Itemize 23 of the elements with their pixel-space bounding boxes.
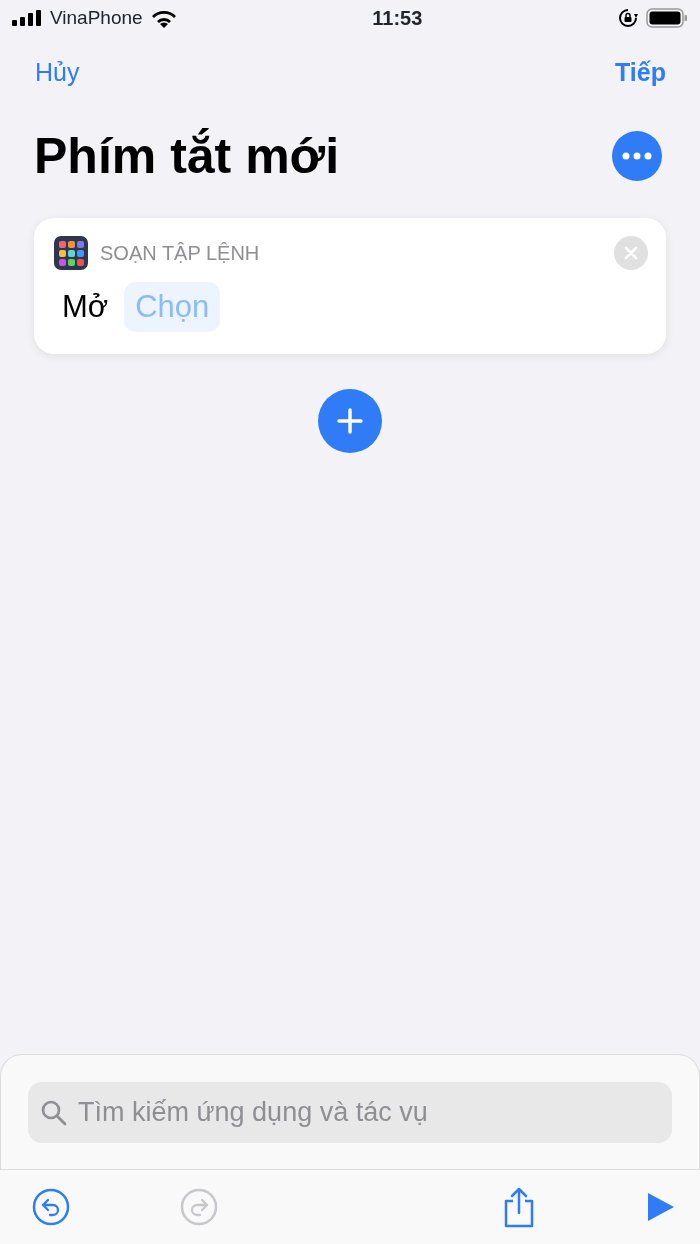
plus-icon xyxy=(336,407,364,435)
app-name: SOẠN TẬP LỆNH xyxy=(100,240,261,266)
search-field[interactable]: Tìm kiếm ứng dụng và tác vụ xyxy=(28,1082,672,1143)
rotation-lock-icon xyxy=(618,8,638,28)
cancel-button[interactable]: Hủy xyxy=(35,54,80,92)
close-icon xyxy=(624,245,638,260)
search-icon xyxy=(40,1098,68,1127)
undo-button[interactable] xyxy=(32,1188,70,1226)
carrier-name: VinaPhone xyxy=(50,5,143,30)
more-icon xyxy=(622,151,652,160)
run-button[interactable] xyxy=(646,1191,676,1223)
action-verb: Mở xyxy=(62,287,109,326)
wifi-icon xyxy=(150,8,177,28)
signal-icon xyxy=(12,10,42,26)
parameter-button[interactable]: Chọn xyxy=(124,281,221,332)
page-title: Phím tắt mới xyxy=(34,126,340,186)
search-input[interactable]: Tìm kiếm ứng dụng và tác vụ xyxy=(76,1091,660,1134)
more-button[interactable] xyxy=(612,130,662,181)
battery-icon xyxy=(646,8,688,28)
app-grid-icon xyxy=(54,235,88,270)
clock-time: 11:53 xyxy=(372,6,423,31)
next-button[interactable]: Tiếp xyxy=(615,54,666,92)
share-button[interactable] xyxy=(502,1186,536,1228)
